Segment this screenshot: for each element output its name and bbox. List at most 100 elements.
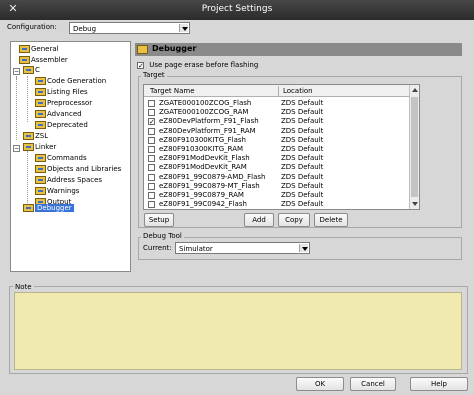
target-checkbox[interactable] — [148, 109, 155, 117]
current-tool-label: Current: — [143, 244, 172, 252]
settings-page-icon — [35, 99, 46, 107]
target-checkbox[interactable] — [148, 136, 155, 144]
tree-item-general[interactable]: General — [19, 45, 59, 55]
target-location: ZDS Default — [281, 181, 324, 190]
tree-item-label: Commands — [47, 154, 87, 162]
note-text — [14, 292, 462, 370]
tree-item-assembler[interactable]: Assembler — [19, 56, 68, 66]
tree-item-label: General — [31, 45, 59, 53]
target-name: eZ80F91_99C0942_Flash — [159, 200, 247, 209]
tree-item-linker[interactable]: Linker — [23, 143, 56, 153]
scroll-down-icon[interactable] — [412, 202, 418, 206]
tree-item-listing-files[interactable]: Listing Files — [35, 88, 88, 98]
target-name: eZ80F91ModDevKit_Flash — [159, 154, 250, 163]
add-button[interactable]: Add — [244, 213, 274, 227]
tree-item-debugger[interactable]: Debugger — [23, 204, 74, 214]
debug-tool-dropdown[interactable]: Simulator — [175, 242, 310, 254]
settings-page-icon — [35, 77, 46, 85]
tree-item-label: Debugger — [35, 204, 74, 212]
tree-item-objects-and-libraries[interactable]: Objects and Libraries — [35, 165, 121, 175]
cancel-button[interactable]: Cancel — [350, 377, 396, 391]
window-title: Project Settings — [201, 4, 273, 14]
target-location: ZDS Default — [281, 117, 324, 126]
tree-item-label: Preprocessor — [47, 99, 93, 107]
configuration-label: Configuration: — [7, 23, 57, 31]
settings-page-icon — [19, 56, 30, 64]
tree-item-preprocessor[interactable]: Preprocessor — [35, 99, 92, 109]
settings-page-icon — [35, 187, 46, 195]
tree-item-zsl[interactable]: ZSL — [23, 132, 48, 142]
target-location: ZDS Default — [281, 163, 324, 172]
target-name: ZGATE000100ZCOG_RAM — [159, 108, 249, 117]
target-checkbox[interactable] — [148, 164, 155, 172]
target-location: ZDS Default — [281, 145, 324, 153]
configuration-dropdown[interactable]: Debug — [69, 22, 190, 34]
column-location[interactable]: Location — [283, 87, 313, 95]
ok-button[interactable]: OK — [296, 377, 344, 391]
tree-item-label: Objects and Libraries — [47, 165, 122, 173]
tree-item-code-generation[interactable]: Code Generation — [35, 77, 106, 87]
target-checkbox[interactable] — [148, 201, 155, 209]
target-checkbox[interactable] — [148, 127, 155, 135]
target-checkbox[interactable]: ✓ — [148, 118, 155, 126]
target-location: ZDS Default — [281, 135, 324, 144]
debugger-icon — [137, 45, 148, 54]
column-target-name[interactable]: Target Name — [150, 87, 195, 95]
tree-line — [27, 151, 28, 207]
tree-item-advanced[interactable]: Advanced — [35, 110, 82, 120]
target-location: ZDS Default — [281, 191, 324, 199]
target-location: ZDS Default — [281, 172, 324, 181]
target-name: eZ80F91ModDevKit_RAM — [159, 163, 247, 172]
debug-tool-value: Simulator — [179, 245, 213, 253]
tree-item-address-spaces[interactable]: Address Spaces — [35, 176, 102, 186]
target-name: eZ80F91_99C0879-AMD_Flash — [159, 172, 266, 181]
settings-page-icon — [19, 45, 30, 53]
chevron-down-icon[interactable] — [299, 244, 308, 252]
settings-page-icon — [23, 66, 34, 74]
page-erase-checkbox[interactable]: ✓ — [137, 61, 144, 69]
tree-item-label: Linker — [35, 143, 57, 151]
target-checkbox[interactable] — [148, 146, 155, 153]
target-name: eZ80F91_99C0879_RAM — [159, 191, 244, 199]
tree-item-label: Code Generation — [47, 77, 107, 85]
target-checkbox[interactable] — [148, 100, 155, 107]
tree-item-commands[interactable]: Commands — [35, 154, 87, 164]
target-name: eZ80DevPlatform_F91_RAM — [159, 126, 256, 135]
scroll-up-icon[interactable] — [412, 88, 418, 92]
tree-item-label: Listing Files — [47, 88, 88, 96]
tree-item-deprecated[interactable]: Deprecated — [35, 121, 88, 131]
chevron-down-icon[interactable] — [179, 24, 188, 32]
target-name: ZGATE000100ZCOG_Flash — [159, 99, 252, 107]
target-checkbox[interactable] — [148, 192, 155, 199]
settings-page-icon — [35, 165, 46, 173]
target-checkbox[interactable] — [148, 182, 155, 190]
settings-page-icon — [23, 143, 34, 151]
help-button[interactable]: Help — [410, 377, 468, 391]
tree-item-label: ZSL — [35, 132, 49, 140]
target-group-label: Target — [141, 71, 167, 79]
collapse-icon[interactable]: − — [13, 145, 20, 152]
setup-button[interactable]: Setup — [144, 213, 174, 227]
tree-line — [16, 76, 17, 140]
tree-item-warnings[interactable]: Warnings — [35, 187, 79, 197]
collapse-icon[interactable]: − — [13, 68, 20, 75]
settings-tree: General Assembler − C Code Generation Li… — [10, 41, 131, 272]
tree-item-label: Warnings — [47, 187, 80, 195]
tree-item-c[interactable]: C — [23, 66, 40, 76]
page-erase-row[interactable]: ✓ Use page erase before flashing — [137, 61, 258, 69]
title-bar: ✕ Project Settings — [0, 0, 474, 20]
settings-page-icon — [35, 88, 46, 96]
page-erase-label: Use page erase before flashing — [149, 61, 259, 69]
panel-header: Debugger — [135, 43, 462, 56]
scroll-thumb[interactable] — [411, 97, 418, 197]
column-divider[interactable] — [278, 86, 279, 96]
tree-item-label: Advanced — [47, 110, 82, 118]
target-checkbox[interactable] — [148, 155, 155, 163]
settings-page-icon — [35, 176, 46, 184]
settings-page-icon — [35, 121, 46, 129]
delete-button[interactable]: Delete — [314, 213, 348, 227]
target-checkbox[interactable] — [148, 173, 155, 181]
target-list-scrollbar[interactable] — [409, 85, 419, 209]
target-list[interactable]: Target Name Location ZGATE000100ZCOG_Fla… — [143, 84, 420, 210]
copy-button[interactable]: Copy — [278, 213, 310, 227]
